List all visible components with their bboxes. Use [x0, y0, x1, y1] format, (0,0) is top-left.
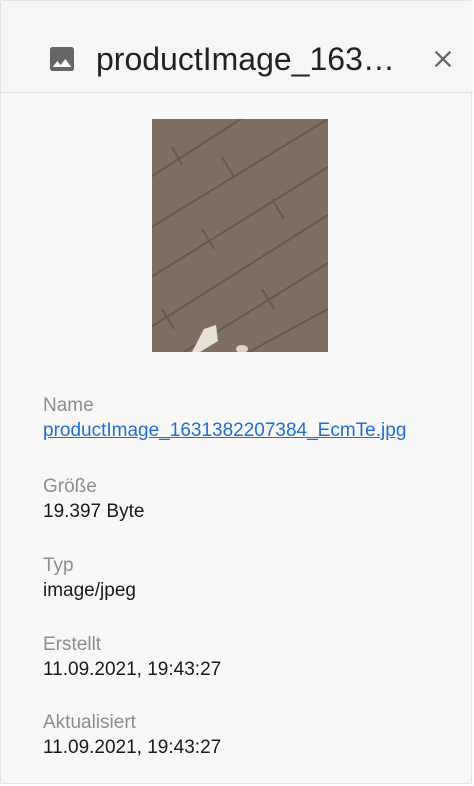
panel-header: productImage_1631382207384_EcmTe.jpg	[1, 1, 473, 93]
close-button[interactable]	[423, 39, 463, 79]
size-field: Größe 19.397 Byte	[43, 475, 443, 525]
image-icon	[50, 47, 74, 71]
close-icon	[434, 50, 452, 68]
panel-title: productImage_1631382207384_EcmTe.jpg	[96, 41, 406, 77]
updated-label: Aktualisiert	[43, 712, 136, 733]
created-field: Erstellt 11.09.2021, 19:43:27	[43, 633, 443, 683]
created-value: 11.09.2021, 19:43:27	[43, 659, 222, 680]
name-field: Name productImage_1631382207384_EcmTe.jp…	[43, 394, 443, 444]
updated-field: Aktualisiert 11.09.2021, 19:43:27	[43, 711, 443, 761]
name-label: Name	[43, 395, 94, 416]
name-link[interactable]: productImage_1631382207384_EcmTe.jpg	[43, 418, 425, 444]
type-field: Typ image/jpeg	[43, 554, 443, 604]
size-value: 19.397 Byte	[43, 501, 145, 522]
created-label: Erstellt	[43, 634, 102, 655]
preview-image	[152, 119, 328, 352]
updated-value: 11.09.2021, 19:43:27	[43, 737, 222, 758]
image-preview[interactable]	[152, 119, 328, 352]
file-details-panel: productImage_1631382207384_EcmTe.jpg	[0, 0, 473, 784]
type-value: image/jpeg	[43, 580, 136, 601]
size-label: Größe	[43, 476, 97, 497]
type-label: Typ	[43, 555, 74, 576]
